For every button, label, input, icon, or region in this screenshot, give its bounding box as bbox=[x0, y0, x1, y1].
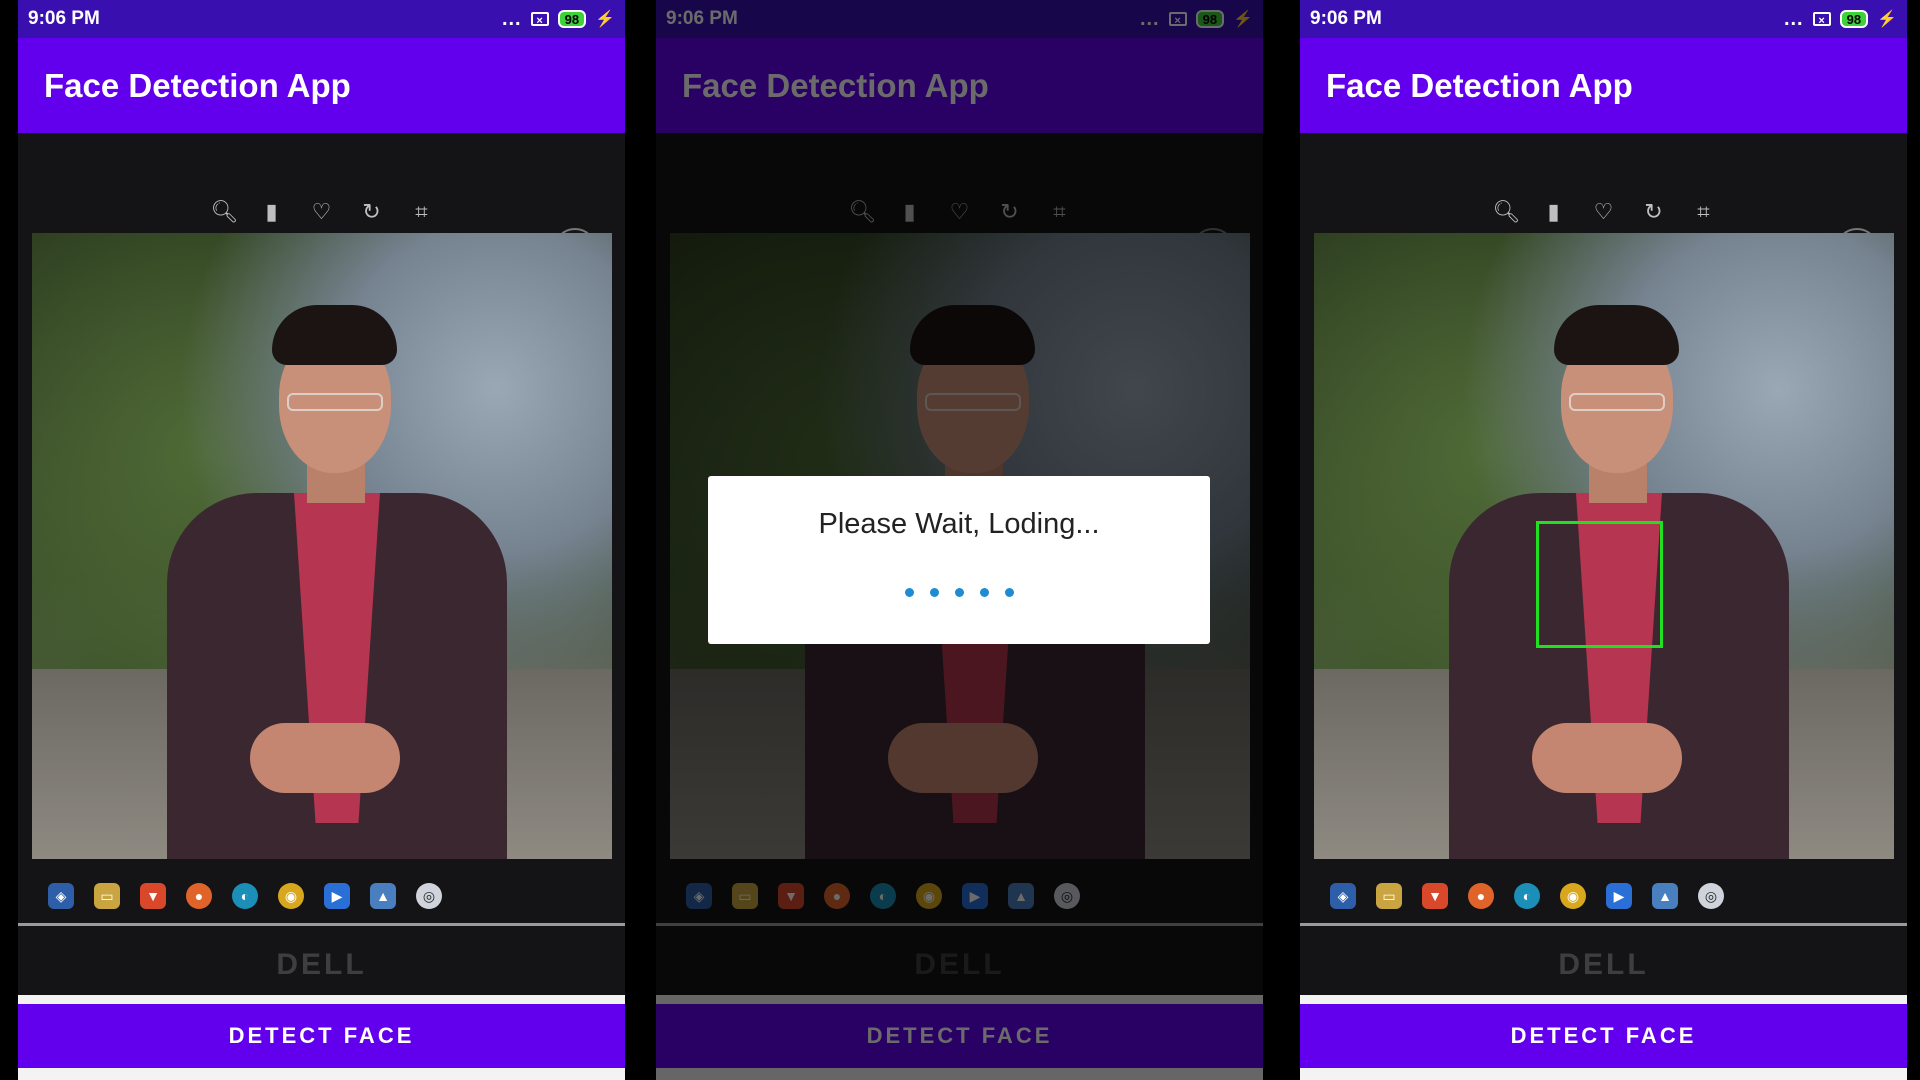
crop-icon: ⌗ bbox=[415, 199, 428, 224]
edge-icon: ◐ bbox=[232, 883, 258, 909]
rotate-icon: ↻ bbox=[1644, 199, 1663, 224]
media-player-icon: ▶ bbox=[324, 883, 350, 909]
status-bar: 9:06 PM ... × 98 ⚡ bbox=[18, 0, 625, 38]
screen-loading: 9:06 PM ... × 98 ⚡ Face Detection App 🔍︎… bbox=[656, 0, 1263, 1080]
loading-dot bbox=[1004, 588, 1014, 597]
photo bbox=[1314, 233, 1894, 859]
charging-icon: ⚡ bbox=[595, 11, 615, 28]
trash-icon: ▮ bbox=[1547, 199, 1560, 224]
file-explorer-icon: ▭ bbox=[94, 883, 120, 909]
status-time: 9:06 PM bbox=[1310, 8, 1382, 29]
chrome-icon: ◉ bbox=[278, 883, 304, 909]
face-detection-box bbox=[1536, 521, 1663, 648]
more-notifications-icon: ... bbox=[1783, 7, 1804, 30]
more-notifications-icon: ... bbox=[501, 7, 522, 30]
defender-icon: ◈ bbox=[48, 883, 74, 909]
loading-dot bbox=[904, 588, 914, 597]
detect-face-button[interactable]: DETECT FACE bbox=[1300, 1004, 1907, 1068]
taskbar: ◈ ▭ ▼ ● ◐ ◉ ▶ ▲ ◎ bbox=[18, 873, 625, 919]
obs-icon: ◎ bbox=[416, 883, 442, 909]
zoom-icon: 🔍︎ bbox=[210, 199, 239, 224]
battery-icon: 98 bbox=[557, 10, 587, 28]
monitor-logo: DELL bbox=[1558, 948, 1649, 981]
brave-icon: ▼ bbox=[140, 883, 166, 909]
trash-icon: ▮ bbox=[265, 199, 278, 224]
file-explorer-icon: ▭ bbox=[1376, 883, 1402, 909]
battery-icon: 98 bbox=[1839, 10, 1869, 28]
taskbar: ◈ ▭ ▼ ● ◐ ◉ ▶ ▲ ◎ bbox=[1300, 873, 1907, 919]
rotate-icon: ↻ bbox=[362, 199, 381, 224]
edge-icon: ◐ bbox=[1514, 883, 1540, 909]
photo bbox=[32, 233, 612, 859]
loading-dot bbox=[954, 588, 964, 597]
app-bar: Face Detection App bbox=[18, 38, 625, 133]
photos-icon: ▲ bbox=[1652, 883, 1678, 909]
no-sim-icon: × bbox=[530, 12, 549, 27]
screen-result: 9:06 PM ... × 98 ⚡ Face Detection App 🔍︎… bbox=[1300, 0, 1907, 1080]
obs-icon: ◎ bbox=[1698, 883, 1724, 909]
charging-icon: ⚡ bbox=[1877, 11, 1897, 28]
app-title: Face Detection App bbox=[1326, 66, 1633, 104]
image-view: 🔍︎ ▮ ♡ ↻ ⌗ ◈ ▭ ▼ ● ◐ ◉ ▶ ▲ ◎ DELL bbox=[18, 133, 625, 995]
zoom-icon: 🔍︎ bbox=[1492, 199, 1521, 224]
no-sim-icon: × bbox=[1812, 12, 1831, 27]
defender-icon: ◈ bbox=[1330, 883, 1356, 909]
firefox-icon: ● bbox=[1468, 883, 1494, 909]
status-bar: 9:06 PM ... × 98 ⚡ bbox=[1300, 0, 1907, 38]
media-player-icon: ▶ bbox=[1606, 883, 1632, 909]
loading-dot bbox=[929, 588, 939, 597]
heart-icon: ♡ bbox=[1593, 199, 1614, 224]
monitor-logo: DELL bbox=[276, 948, 367, 981]
crop-icon: ⌗ bbox=[1697, 199, 1710, 224]
status-time: 9:06 PM bbox=[28, 8, 100, 29]
app-title: Face Detection App bbox=[44, 66, 351, 104]
loading-indicator bbox=[708, 588, 1210, 597]
loading-dialog: Please Wait, Loding... bbox=[708, 476, 1210, 644]
app-bar: Face Detection App bbox=[1300, 38, 1907, 133]
image-view: 🔍︎ ▮ ♡ ↻ ⌗ ◈ ▭ ▼ ● ◐ ◉ ▶ ▲ ◎ DELL bbox=[1300, 133, 1907, 995]
loading-message: Please Wait, Loding... bbox=[818, 508, 1100, 540]
heart-icon: ♡ bbox=[311, 199, 332, 224]
photos-icon: ▲ bbox=[370, 883, 396, 909]
screen-initial: 9:06 PM ... × 98 ⚡ Face Detection App 🔍︎… bbox=[18, 0, 625, 1080]
chrome-icon: ◉ bbox=[1560, 883, 1586, 909]
loading-dot bbox=[979, 588, 989, 597]
brave-icon: ▼ bbox=[1422, 883, 1448, 909]
detect-face-button[interactable]: DETECT FACE bbox=[18, 1004, 625, 1068]
firefox-icon: ● bbox=[186, 883, 212, 909]
